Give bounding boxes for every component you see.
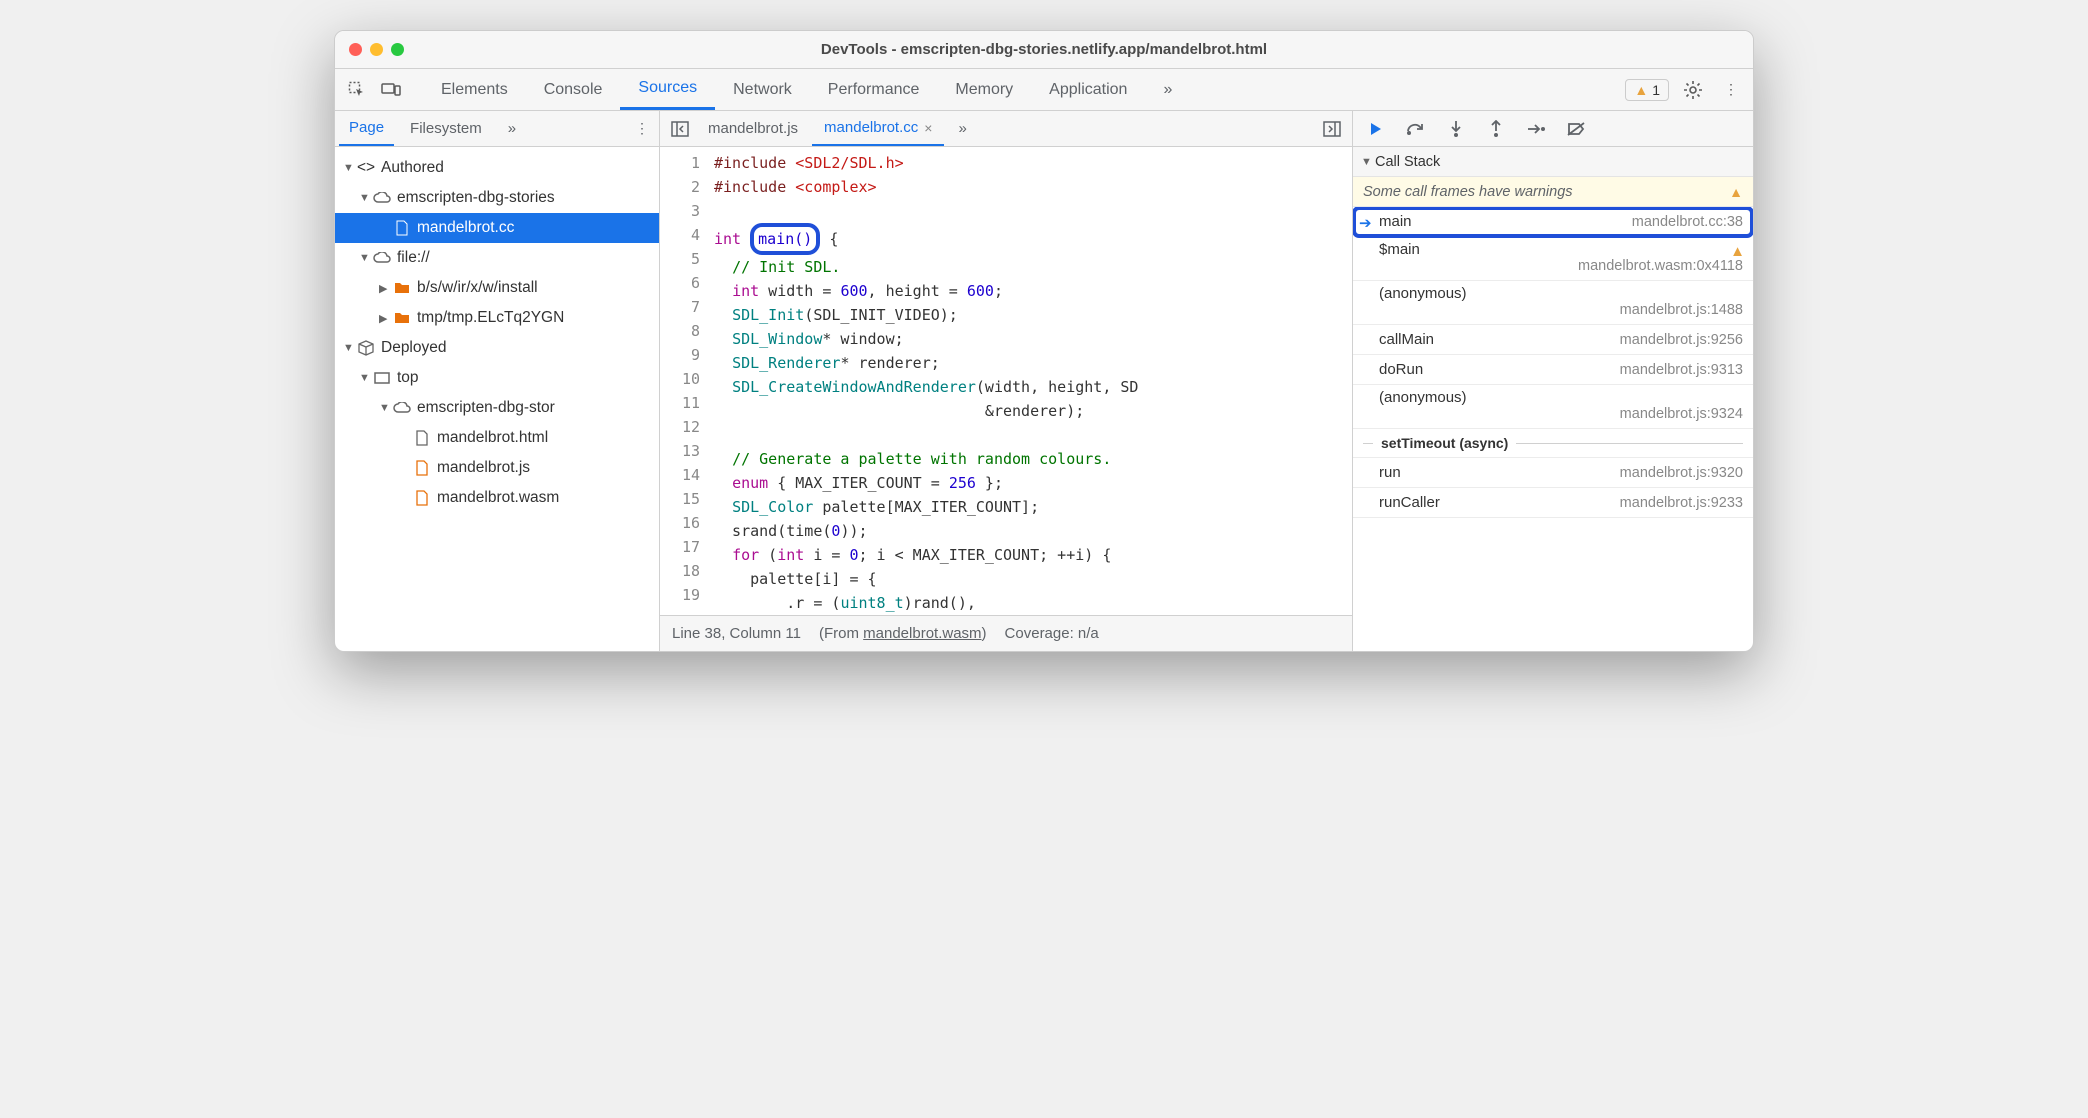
settings-icon[interactable]	[1679, 76, 1707, 104]
tabs-overflow[interactable]: »	[1145, 69, 1190, 110]
file-tabs-overflow[interactable]: »	[946, 111, 978, 146]
tree-item[interactable]: mandelbrot.wasm	[335, 483, 659, 513]
cursor-position: Line 38, Column 11	[672, 625, 801, 642]
tab-performance[interactable]: Performance	[810, 69, 938, 110]
tab-console[interactable]: Console	[526, 69, 621, 110]
titlebar: DevTools - emscripten-dbg-stories.netlif…	[335, 31, 1753, 69]
editor-pane: mandelbrot.js mandelbrot.cc× » 123456789…	[660, 111, 1353, 651]
stack-frame[interactable]: (anonymous) mandelbrot.js:1488	[1353, 281, 1753, 325]
call-stack-header[interactable]: ▼Call Stack	[1353, 147, 1753, 177]
window-title: DevTools - emscripten-dbg-stories.netlif…	[821, 41, 1267, 58]
tab-sources[interactable]: Sources	[620, 69, 715, 110]
tree-item[interactable]: ▼emscripten-dbg-stories	[335, 183, 659, 213]
step-over-button[interactable]	[1405, 118, 1427, 140]
maximize-window-button[interactable]	[391, 43, 404, 56]
stack-frame[interactable]: $main ▲ mandelbrot.wasm:0x4118	[1353, 237, 1753, 281]
tree-group-deployed[interactable]: ▼Deployed	[335, 333, 659, 363]
highlighted-symbol: main()	[750, 223, 820, 255]
panel-tabs: Elements Console Sources Network Perform…	[423, 69, 1190, 110]
tree-item[interactable]: mandelbrot.html	[335, 423, 659, 453]
more-menu-icon[interactable]: ⋮	[1717, 76, 1745, 104]
tree-item[interactable]: ▶b/s/w/ir/x/w/install	[335, 273, 659, 303]
tree-item[interactable]: ▼emscripten-dbg-stor	[335, 393, 659, 423]
debugger-pane: ▼Call Stack Some call frames have warnin…	[1353, 111, 1753, 651]
editor-statusbar: Line 38, Column 11 (From mandelbrot.wasm…	[660, 615, 1352, 651]
tab-memory[interactable]: Memory	[937, 69, 1031, 110]
navigator-more-icon[interactable]: ⋮	[629, 120, 655, 137]
file-icon	[413, 430, 431, 446]
call-stack-list: ➔ main mandelbrot.cc:38 $main ▲ mandelbr…	[1353, 207, 1753, 651]
stack-frame[interactable]: runCaller mandelbrot.js:9233	[1353, 488, 1753, 518]
line-gutter: 12345678910111213141516171819	[660, 147, 708, 615]
warning-icon: ▲	[1634, 82, 1648, 98]
call-stack-warning: Some call frames have warnings▲	[1353, 177, 1753, 207]
async-boundary: setTimeout (async)	[1353, 429, 1753, 458]
toggle-navigator-icon[interactable]	[666, 121, 694, 137]
tab-application[interactable]: Application	[1031, 69, 1145, 110]
code-editor[interactable]: 12345678910111213141516171819 #include <…	[660, 147, 1352, 615]
source-origin: (From mandelbrot.wasm)	[819, 625, 987, 642]
stack-frame[interactable]: (anonymous) mandelbrot.js:9324	[1353, 385, 1753, 429]
resume-button[interactable]	[1365, 118, 1387, 140]
navigator-tab-page[interactable]: Page	[339, 111, 394, 146]
inspect-element-icon[interactable]	[343, 76, 371, 104]
cloud-icon	[373, 192, 391, 204]
box-icon	[357, 340, 375, 356]
close-window-button[interactable]	[349, 43, 362, 56]
code-icon: <>	[357, 159, 375, 177]
traffic-lights	[349, 43, 404, 56]
editor-tabs: mandelbrot.js mandelbrot.cc× »	[660, 111, 1352, 147]
coverage-status: Coverage: n/a	[1005, 625, 1099, 642]
issues-badge[interactable]: ▲ 1	[1625, 79, 1669, 101]
cloud-icon	[393, 402, 411, 414]
folder-icon	[393, 282, 411, 294]
tab-elements[interactable]: Elements	[423, 69, 526, 110]
file-tree: ▼<>Authored ▼emscripten-dbg-stories mand…	[335, 147, 659, 651]
frame-icon	[373, 372, 391, 384]
minimize-window-button[interactable]	[370, 43, 383, 56]
tree-group-authored[interactable]: ▼<>Authored	[335, 153, 659, 183]
warning-count: 1	[1652, 82, 1660, 98]
tree-item-selected[interactable]: mandelbrot.cc	[335, 213, 659, 243]
tree-item[interactable]: mandelbrot.js	[335, 453, 659, 483]
navigator-tabs: Page Filesystem » ⋮	[335, 111, 659, 147]
file-tab[interactable]: mandelbrot.js	[696, 111, 810, 146]
tree-item[interactable]: ▶tmp/tmp.ELcTq2YGN	[335, 303, 659, 333]
current-frame-pointer-icon: ➔	[1359, 214, 1372, 232]
source-origin-link[interactable]: mandelbrot.wasm	[863, 625, 981, 642]
tree-item[interactable]: ▼top	[335, 363, 659, 393]
deactivate-breakpoints-button[interactable]	[1565, 118, 1587, 140]
file-tab-active[interactable]: mandelbrot.cc×	[812, 111, 944, 146]
warning-icon: ▲	[1730, 243, 1745, 260]
step-out-button[interactable]	[1485, 118, 1507, 140]
warning-icon: ▲	[1729, 184, 1743, 200]
file-icon	[393, 220, 411, 236]
script-icon	[413, 460, 431, 476]
navigator-tab-filesystem[interactable]: Filesystem	[400, 111, 492, 146]
tree-item[interactable]: ▼file://	[335, 243, 659, 273]
devtools-window: DevTools - emscripten-dbg-stories.netlif…	[334, 30, 1754, 652]
debugger-toolbar	[1353, 111, 1753, 147]
stack-frame-current[interactable]: ➔ main mandelbrot.cc:38	[1353, 207, 1753, 237]
folder-icon	[393, 312, 411, 324]
stack-frame[interactable]: callMain mandelbrot.js:9256	[1353, 325, 1753, 355]
device-toolbar-icon[interactable]	[377, 76, 405, 104]
close-tab-icon[interactable]: ×	[924, 120, 932, 136]
navigator-overflow[interactable]: »	[498, 111, 526, 146]
step-into-button[interactable]	[1445, 118, 1467, 140]
cloud-icon	[373, 252, 391, 264]
script-icon	[413, 490, 431, 506]
main-toolbar: Elements Console Sources Network Perform…	[335, 69, 1753, 111]
navigator-pane: Page Filesystem » ⋮ ▼<>Authored ▼emscrip…	[335, 111, 660, 651]
tab-network[interactable]: Network	[715, 69, 810, 110]
code-content: #include <SDL2/SDL.h> #include <complex>…	[708, 147, 1352, 615]
step-button[interactable]	[1525, 118, 1547, 140]
stack-frame[interactable]: doRun mandelbrot.js:9313	[1353, 355, 1753, 385]
stack-frame[interactable]: run mandelbrot.js:9320	[1353, 458, 1753, 488]
toggle-debugger-icon[interactable]	[1318, 121, 1346, 137]
